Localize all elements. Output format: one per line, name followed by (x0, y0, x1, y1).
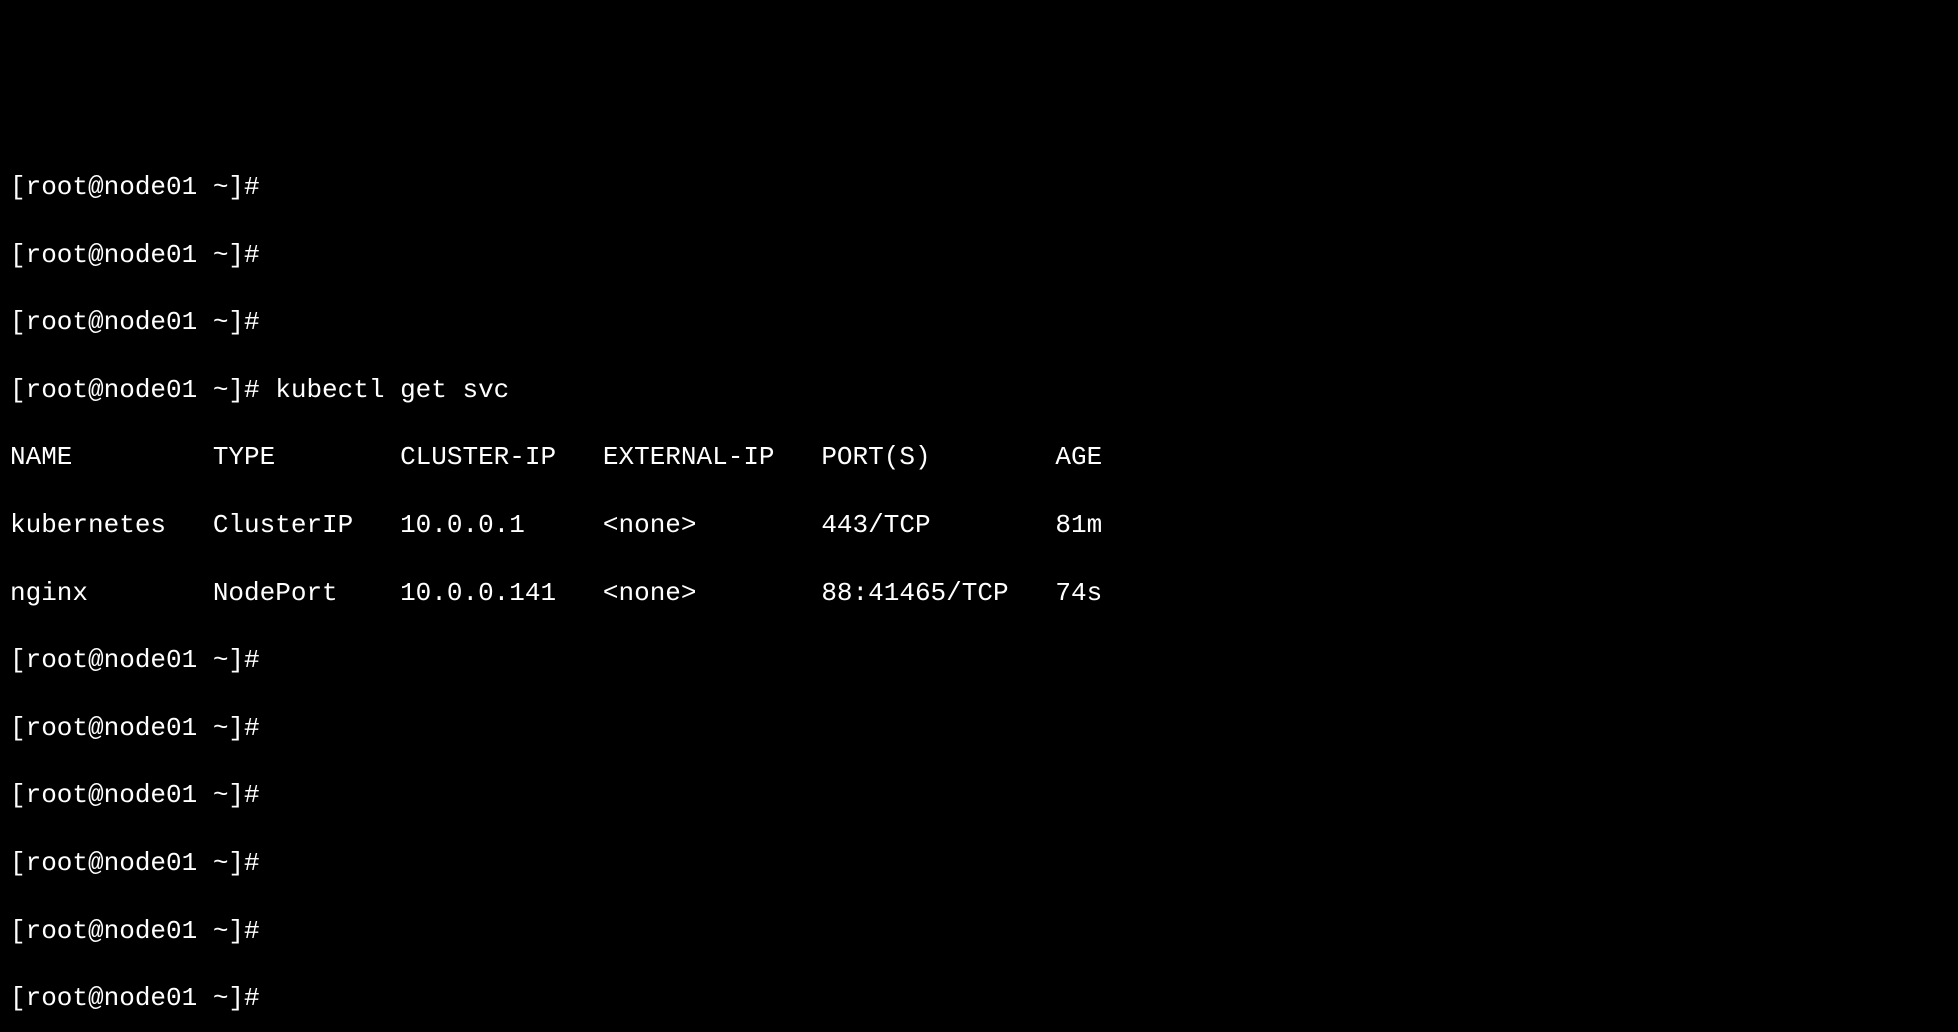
table-row: kubernetes ClusterIP 10.0.0.1 <none> 443… (10, 509, 1948, 543)
prompt: [root@node01 ~]# (10, 240, 260, 270)
prompt-line: [root@node01 ~]# (10, 171, 1948, 205)
prompt-line: [root@node01 ~]# (10, 915, 1948, 949)
prompt: [root@node01 ~]# (10, 172, 260, 202)
prompt-line: [root@node01 ~]# (10, 847, 1948, 881)
prompt: [root@node01 ~]# (10, 375, 260, 405)
prompt: [root@node01 ~]# (10, 983, 260, 1013)
prompt: [root@node01 ~]# (10, 307, 260, 337)
prompt: [root@node01 ~]# (10, 780, 260, 810)
prompt: [root@node01 ~]# (10, 713, 260, 743)
prompt-line: [root@node01 ~]# (10, 306, 1948, 340)
table-row: nginx NodePort 10.0.0.141 <none> 88:4146… (10, 577, 1948, 611)
table-header: NAME TYPE CLUSTER-IP EXTERNAL-IP PORT(S)… (10, 441, 1948, 475)
prompt: [root@node01 ~]# (10, 916, 260, 946)
terminal-output[interactable]: [root@node01 ~]# [root@node01 ~]# [root@… (0, 135, 1958, 1032)
prompt-line: [root@node01 ~]# (10, 982, 1948, 1016)
prompt-line: [root@node01 ~]# (10, 239, 1948, 273)
prompt-line: [root@node01 ~]# (10, 712, 1948, 746)
prompt-line: [root@node01 ~]# (10, 644, 1948, 678)
command-line: [root@node01 ~]# kubectl get svc (10, 374, 1948, 408)
prompt: [root@node01 ~]# (10, 645, 260, 675)
prompt: [root@node01 ~]# (10, 848, 260, 878)
prompt-line: [root@node01 ~]# (10, 779, 1948, 813)
command: kubectl get svc (275, 375, 509, 405)
